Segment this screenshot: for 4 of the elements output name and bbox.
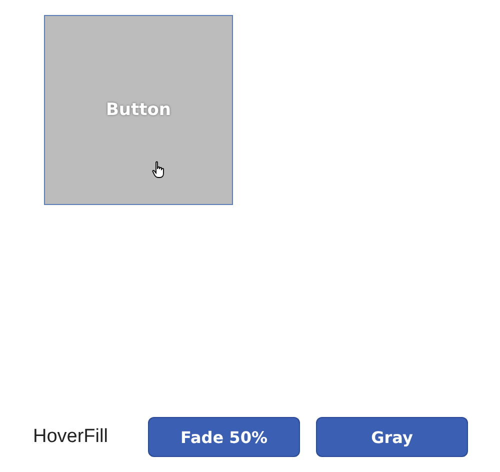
option-button[interactable]: Gray (316, 417, 468, 457)
hover-fill-label: HoverFill (33, 426, 109, 448)
hand-cursor-icon (152, 161, 166, 179)
option-button[interactable]: Fade 50% (148, 417, 300, 457)
